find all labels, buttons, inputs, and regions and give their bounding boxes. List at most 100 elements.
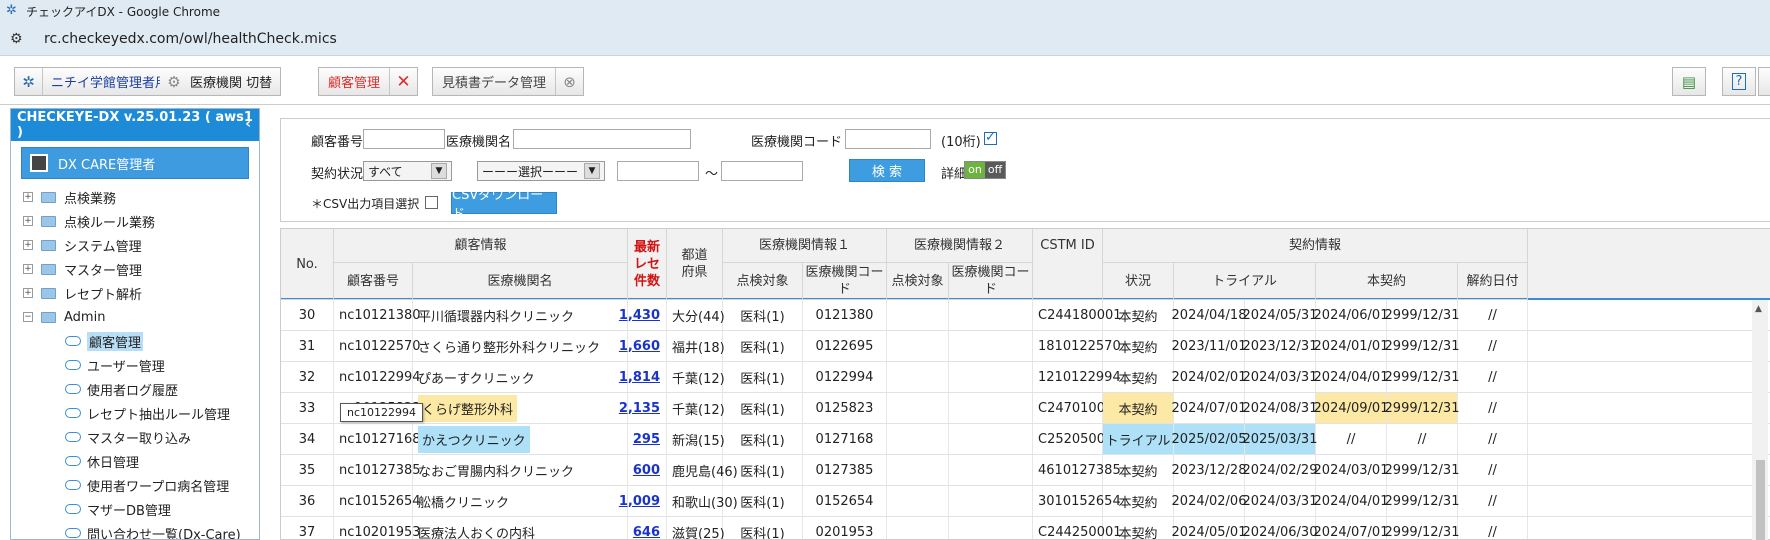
col-group-info2: 医療機関情報２ xyxy=(887,229,1033,263)
category-select[interactable]: ーーー選択ーーー ▼ xyxy=(477,161,605,181)
expand-icon[interactable]: + xyxy=(23,240,33,250)
table-row[interactable]: 30 nc10121380 平川循環器内科クリニック 1,430 大分(44) 医科(1)… xyxy=(281,300,1770,331)
table-row[interactable]: 33nc10125823くらげ整形外科2,135千葉(12)医科(1)01258… xyxy=(281,393,1770,424)
cell-cust: nc10122994 xyxy=(334,362,421,392)
contract-status-select[interactable]: すべて ▼ xyxy=(363,161,452,181)
collapse-sidebar-icon[interactable]: ‹ xyxy=(245,116,251,132)
sidebar-item-master-import[interactable]: マスター取り込み xyxy=(23,425,259,449)
sidebar: CHECKEYE-DX v.25.01.23 ( aws1 ) ‹ DX CAR… xyxy=(10,108,260,540)
cloud-icon xyxy=(65,336,81,346)
rece-count-link[interactable]: 1,814 xyxy=(619,370,660,385)
layout-button[interactable]: ▤ xyxy=(1672,67,1706,96)
sidebar-item-wordprocessor-disease[interactable]: 使用者ワープロ病名管理 xyxy=(23,473,259,497)
expand-icon[interactable]: + xyxy=(23,192,33,202)
csv-download-button[interactable]: CSVダウンロード xyxy=(451,188,557,222)
cell-no: 34 xyxy=(281,424,334,454)
sidebar-item-extract-rules[interactable]: レセプト抽出ルール管理 xyxy=(23,401,259,425)
vertical-scrollbar[interactable]: ▲ xyxy=(1752,300,1768,540)
scroll-up-icon[interactable]: ▲ xyxy=(1755,304,1762,314)
cell-text: 2024/03/01 xyxy=(1313,462,1389,478)
cell-rece[interactable]: 646 xyxy=(628,517,667,540)
cell-text: 2024/08/31 xyxy=(1242,400,1318,416)
help-button[interactable]: ? xyxy=(1722,67,1756,96)
table-row[interactable]: 36 nc10152654 舩橋クリニック 1,009 和歌山(30) 医科(1) 0152… xyxy=(281,486,1770,517)
cell-rece[interactable]: 1,814 xyxy=(619,362,667,392)
table-row[interactable]: 32 nc10122994 ぴあーすクリニック 1,814 千葉(12) 医科(1) 012… xyxy=(281,362,1770,393)
sidebar-item-user-log[interactable]: 使用者ログ履歴 xyxy=(23,377,259,401)
sidebar-item-holiday[interactable]: 休日管理 xyxy=(23,449,259,473)
cloud-icon xyxy=(65,480,81,490)
rece-count-link[interactable]: 1,660 xyxy=(619,339,660,354)
cell-text: 2024/02/29 xyxy=(1242,462,1318,478)
detail-toggle[interactable]: on off xyxy=(964,161,1006,179)
csv-select-checkbox[interactable] xyxy=(425,196,438,209)
table-row[interactable]: 37 nc10201953 医療法人おくの内科 646 滋賀(25) 医科(1) 02019… xyxy=(281,517,1770,540)
contract-status-label: 契約状況 xyxy=(311,167,364,182)
customer-no-input[interactable] xyxy=(363,129,445,149)
ten-digit-checkbox[interactable] xyxy=(984,130,997,145)
cell-rece[interactable]: 2,135 xyxy=(619,393,667,423)
sidebar-item-inspection[interactable]: + 点検業務 xyxy=(23,185,259,209)
table-row[interactable]: 34 nc10127168 かえつクリニック 295 新潟(15) 医科(1) 012716… xyxy=(281,424,1770,455)
cell-rece[interactable]: 1,660 xyxy=(619,331,667,361)
cell-name: 舩橋クリニック xyxy=(413,486,628,516)
cell-text: 医科(1) xyxy=(740,371,785,387)
sidebar-item-inspection-rules[interactable]: + 点検ルール業務 xyxy=(23,209,259,233)
layout-icon: ▤ xyxy=(1681,72,1697,91)
expand-icon[interactable]: + xyxy=(23,288,33,298)
table-row[interactable]: 35 nc10127385 なおご胃腸内科クリニック 600 鹿児島(46) 医科(1) 0… xyxy=(281,455,1770,486)
cell-empty xyxy=(949,331,1033,361)
switch-institution-button[interactable]: ⚙ 医療機関 切替 xyxy=(160,67,282,96)
sidebar-item-inquiries[interactable]: 問い合わせ一覧(Dx-Care) xyxy=(23,521,259,539)
institution-code-input[interactable] xyxy=(845,129,931,149)
expand-icon[interactable]: + xyxy=(23,264,33,274)
rece-count-link[interactable]: 1,430 xyxy=(619,308,660,323)
cell-target: 医科(1) xyxy=(723,455,803,485)
cell-text: // xyxy=(1488,369,1497,385)
cell-rece[interactable]: 295 xyxy=(628,424,667,454)
rece-count-link[interactable]: 600 xyxy=(633,463,660,478)
cell-t_from: 2024/02/01 xyxy=(1172,362,1246,392)
cell-m_to: 2999/12/31 xyxy=(1385,362,1459,392)
org-button[interactable]: ✲ ニチイ学館管理者用 xyxy=(14,67,178,96)
sidebar-item-customer-management[interactable]: 顧客管理 xyxy=(23,329,259,353)
site-settings-icon[interactable]: ⚙ xyxy=(10,31,30,47)
rece-count-link[interactable]: 1,009 xyxy=(619,494,660,509)
cell-status: 本契約 xyxy=(1103,362,1174,392)
rece-count-link[interactable]: 2,135 xyxy=(619,401,660,416)
url-text[interactable]: rc.checkeyedx.com/owl/healthCheck.mics xyxy=(44,31,337,47)
cell-target: 医科(1) xyxy=(723,517,803,539)
address-bar[interactable]: ⚙ rc.checkeyedx.com/owl/healthCheck.mics xyxy=(0,22,1770,56)
sidebar-item-user-management[interactable]: ユーザー管理 xyxy=(23,353,259,377)
rece-count-link[interactable]: 295 xyxy=(633,432,660,447)
rece-count-link[interactable]: 646 xyxy=(633,525,660,540)
range-to-input[interactable] xyxy=(721,161,803,181)
table-row[interactable]: 31 nc10122570 さくら通り整形外科クリニック 1,660 福井(18) 医科(… xyxy=(281,331,1770,362)
cell-rece[interactable]: 1,009 xyxy=(619,486,667,516)
collapse-icon[interactable]: − xyxy=(23,312,33,322)
range-from-input[interactable] xyxy=(617,161,699,181)
tab-customer-management[interactable]: 顧客管理 ✕ xyxy=(318,67,419,96)
tab-estimate-data[interactable]: 見積書データ管理 ⊗ xyxy=(432,67,585,96)
cell-text: 0121380 xyxy=(815,307,874,323)
close-circle-icon[interactable]: ⊗ xyxy=(555,68,583,95)
close-icon[interactable]: ✕ xyxy=(389,68,417,95)
more-button[interactable] xyxy=(1758,67,1770,96)
user-badge[interactable]: DX CARE管理者 xyxy=(21,147,249,179)
cell-rece[interactable]: 600 xyxy=(628,455,667,485)
sidebar-item-master[interactable]: + マスター管理 xyxy=(23,257,259,281)
cell-t_to: 2024/03/31 xyxy=(1243,362,1317,392)
cell-rece[interactable]: 1,430 xyxy=(619,300,667,330)
sidebar-item-admin[interactable]: − Admin xyxy=(23,305,259,329)
cell-text: 2024/05/01 xyxy=(1171,524,1247,540)
sidebar-item-receipt-analysis[interactable]: + レセプト解析 xyxy=(23,281,259,305)
sidebar-item-mother-db[interactable]: マザーDB管理 xyxy=(23,497,259,521)
institution-name-input[interactable] xyxy=(513,129,691,149)
sidebar-item-system[interactable]: + システム管理 xyxy=(23,233,259,257)
cell-text: // xyxy=(1488,462,1497,478)
cell-text: 2024/05/31 xyxy=(1242,307,1318,323)
scrollbar-thumb[interactable] xyxy=(1756,460,1765,540)
expand-icon[interactable]: + xyxy=(23,216,33,226)
search-button[interactable]: 検 索 xyxy=(849,159,925,182)
col-group-customer-info: 顧客情報 xyxy=(334,229,628,263)
